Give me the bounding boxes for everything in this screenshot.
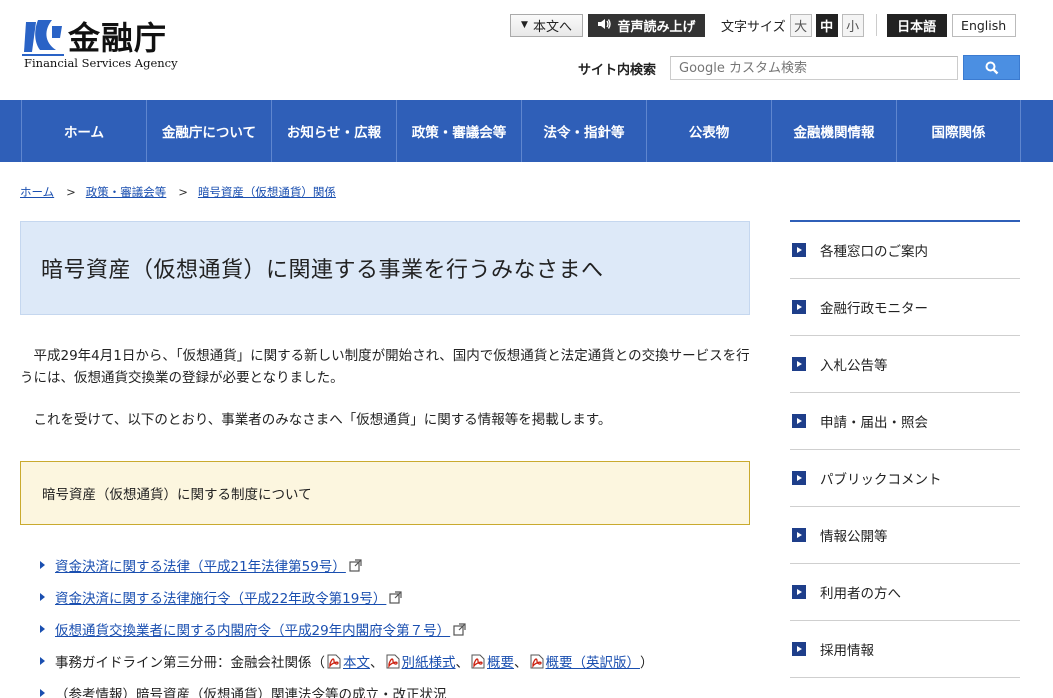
bullet-arrow-icon [40, 593, 45, 601]
intro-paragraph: 平成29年4月1日から、「仮想通貨」に関する新しい制度が開始され、国内で仮想通貨… [20, 348, 750, 386]
logo-english-name: Financial Services Agency [24, 56, 178, 70]
bullet-arrow-icon [40, 657, 45, 665]
list-item: 仮想通貨交換業者に関する内閣府令（平成29年内閣府令第７号） [40, 613, 760, 645]
nav-item-institutions[interactable]: 金融機関情報 [771, 100, 896, 162]
sidebar-item-label: 情報公開等 [820, 529, 888, 545]
guideline-suffix: ） [640, 655, 654, 671]
sidebar-item-recruitment[interactable]: 採用情報 [790, 621, 1020, 678]
external-link-icon [453, 622, 466, 636]
bullet-arrow-icon [40, 625, 45, 633]
voice-reading-button[interactable]: 音声読み上げ [588, 13, 705, 37]
site-search-label: サイト内検索 [578, 63, 657, 78]
breadcrumb-separator: > [66, 185, 76, 199]
guideline-separator: 、 [455, 655, 470, 671]
law-link[interactable]: 資金決済に関する法律（平成21年法律第59号） [55, 555, 346, 575]
sidebar-item-label: 申請・届出・照会 [820, 415, 928, 431]
font-size-small-button[interactable]: 小 [841, 13, 864, 37]
sidebar-item-users[interactable]: 利用者の方へ [790, 564, 1020, 621]
nav-item-home[interactable]: ホーム [21, 100, 146, 162]
pdf-icon [471, 654, 485, 668]
divider [875, 14, 877, 36]
language-english-button[interactable]: English [951, 13, 1016, 37]
section-heading: 暗号資産（仮想通貨）に関する制度について [42, 487, 312, 503]
bullet-arrow-icon [40, 689, 45, 697]
sidebar-item-label: 各種窓口のご案内 [820, 244, 928, 260]
nav-item-about[interactable]: 金融庁について [146, 100, 271, 162]
arrow-square-icon [792, 300, 806, 314]
arrow-square-icon [792, 243, 806, 257]
speaker-icon [597, 18, 612, 33]
global-nav: ホーム 金融庁について お知らせ・広報 政策・審議会等 法令・指針等 公表物 金… [0, 100, 1053, 162]
guideline-summary-link[interactable]: 概要 [487, 651, 514, 671]
reference-item[interactable]: （参考情報）暗号資産（仮想通貨）関連法令等の成立・改正状況 [55, 683, 447, 698]
sidebar-item-applications[interactable]: 申請・届出・照会 [790, 393, 1020, 450]
sidebar-item-monitor[interactable]: 金融行政モニター [790, 279, 1020, 336]
list-item: 資金決済に関する法律施行令（平成22年政令第19号） [40, 581, 760, 613]
language-japanese-button[interactable]: 日本語 [886, 13, 947, 37]
guideline-body-link[interactable]: 本文 [343, 651, 370, 671]
breadcrumb-home-link[interactable]: ホーム [20, 184, 54, 200]
search-icon [985, 61, 998, 74]
header-tools: ▼ 本文へ 音声読み上げ 文字サイズ 大 中 小 日本語 English [510, 13, 1016, 37]
nav-item-news[interactable]: お知らせ・広報 [271, 100, 396, 162]
bullet-arrow-icon [40, 561, 45, 569]
guideline-separator: 、 [370, 655, 384, 671]
sidebar-item-label: 採用情報 [820, 643, 874, 659]
arrow-square-icon [792, 585, 806, 599]
sidebar-item-disclosure[interactable]: 情報公開等 [790, 507, 1020, 564]
nav-item-publications[interactable]: 公表物 [646, 100, 771, 162]
nav-item-laws[interactable]: 法令・指針等 [521, 100, 646, 162]
skip-to-content-button[interactable]: ▼ 本文へ [510, 13, 583, 37]
logo-japanese-name: 金融庁 [68, 19, 168, 57]
site-search-input[interactable] [670, 56, 958, 80]
guideline-summary-english-link[interactable]: 概要（英訳版） [546, 651, 641, 671]
page-title-box: 暗号資産（仮想通貨）に関連する事業を行うみなさまへ [20, 221, 750, 315]
external-link-icon [389, 590, 402, 604]
skip-to-content-label: 本文へ [532, 19, 572, 35]
search-button[interactable] [963, 55, 1020, 80]
guideline-forms-link[interactable]: 別紙様式 [402, 651, 456, 671]
arrow-square-icon [792, 528, 806, 542]
regulation-link-list: 資金決済に関する法律（平成21年法律第59号） 資金決済に関する法律施行令（平成… [40, 549, 760, 698]
pdf-icon [386, 654, 399, 668]
breadcrumb: ホーム > 政策・審議会等 > 暗号資産（仮想通貨）関係 [20, 184, 336, 200]
font-size-large-button[interactable]: 大 [789, 13, 812, 37]
sidebar-item-contact[interactable]: 各種窓口のご案内 [790, 222, 1020, 279]
triangle-down-icon: ▼ [521, 20, 528, 30]
font-size-label: 文字サイズ [721, 19, 786, 35]
list-item: 資金決済に関する法律（平成21年法律第59号） [40, 549, 760, 581]
ordinance-link[interactable]: 資金決済に関する法律施行令（平成22年政令第19号） [55, 587, 386, 607]
sidebar-item-label: 利用者の方へ [820, 586, 901, 602]
arrow-square-icon [792, 414, 806, 428]
arrow-square-icon [792, 642, 806, 656]
nav-item-international[interactable]: 国際関係 [896, 100, 1021, 162]
cabinet-order-link[interactable]: 仮想通貨交換業者に関する内閣府令（平成29年内閣府令第７号） [55, 619, 450, 639]
sidebar-item-public-comment[interactable]: パブリックコメント [790, 450, 1020, 507]
info-paragraph: これを受けて、以下のとおり、事業者のみなさまへ「仮想通貨」に関する情報等を掲載し… [20, 412, 612, 428]
sidebar-item-label: パブリックコメント [820, 472, 942, 488]
sidebar-item-label: 金融行政モニター [820, 301, 928, 317]
nav-item-policy[interactable]: 政策・審議会等 [396, 100, 521, 162]
sidebar-item-label: 入札公告等 [820, 358, 888, 374]
fsa-logo-mark-icon [22, 20, 64, 56]
font-size-medium-button[interactable]: 中 [815, 13, 838, 37]
external-link-icon [349, 558, 362, 572]
breadcrumb-separator: > [178, 185, 188, 199]
fsa-logo[interactable]: 金融庁 Financial Services Agency [22, 18, 182, 74]
list-item: 事務ガイドライン第三分冊：金融会社関係（ 本文 、 別紙様式 、 概要 、 概要… [40, 645, 760, 677]
guideline-separator: 、 [514, 655, 528, 671]
sidebar-item-bidding[interactable]: 入札公告等 [790, 336, 1020, 393]
breadcrumb-policy-link[interactable]: 政策・審議会等 [86, 184, 167, 200]
arrow-square-icon [792, 357, 806, 371]
list-item: （参考情報）暗号資産（仮想通貨）関連法令等の成立・改正状況 [40, 677, 760, 698]
arrow-square-icon [792, 471, 806, 485]
breadcrumb-current-link[interactable]: 暗号資産（仮想通貨）関係 [198, 184, 336, 200]
guideline-prefix: 事務ガイドライン第三分冊：金融会社関係（ [55, 655, 325, 671]
voice-reading-label: 音声読み上げ [617, 19, 696, 35]
pdf-icon [530, 654, 543, 668]
page-title: 暗号資産（仮想通貨）に関連する事業を行うみなさまへ [41, 258, 604, 283]
section-heading-box: 暗号資産（仮想通貨）に関する制度について [20, 461, 750, 525]
sidebar-menu: 各種窓口のご案内 金融行政モニター 入札公告等 申請・届出・照会 パブリックコメ… [790, 220, 1020, 678]
pdf-icon [327, 654, 341, 668]
